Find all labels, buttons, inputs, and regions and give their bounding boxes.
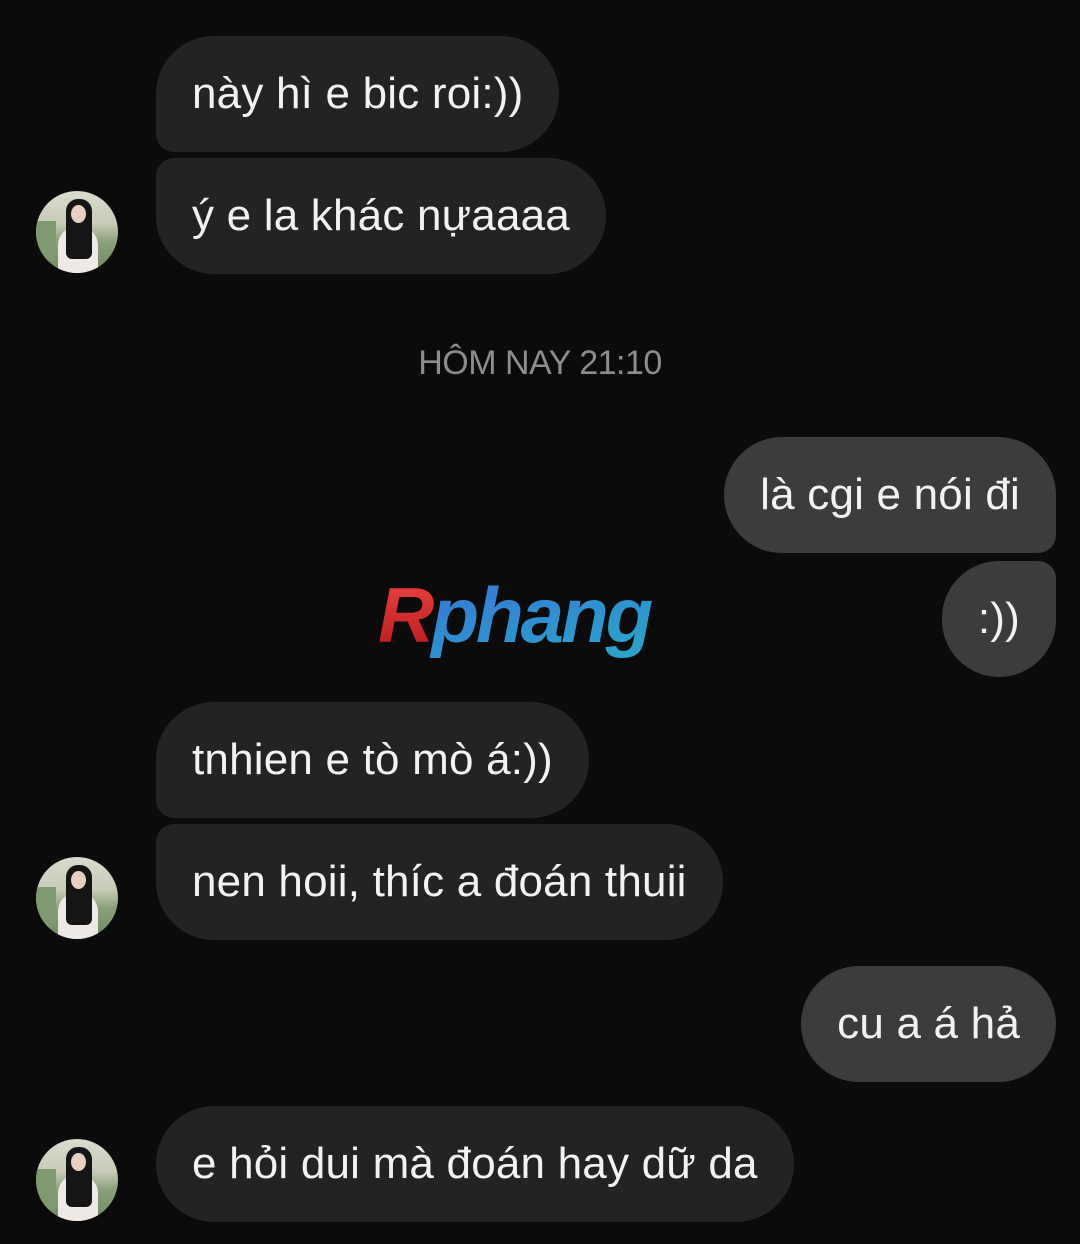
incoming-message[interactable]: e hỏi dui mà đoán hay dữ da [156,1106,794,1222]
incoming-message[interactable]: ý e la khác nựaaaa [156,158,606,274]
outgoing-message[interactable]: cu a á hả [801,966,1056,1082]
outgoing-message[interactable]: :)) [941,561,1056,677]
incoming-message[interactable]: tnhien e tò mò á:)) [156,702,589,818]
incoming-message[interactable]: này hì e bic roi:)) [156,36,560,152]
contact-avatar[interactable] [36,857,118,939]
outgoing-message[interactable]: là cgi e nói đi [724,437,1056,553]
contact-avatar[interactable] [36,191,118,273]
contact-avatar[interactable] [36,1139,118,1221]
watermark-text: Rphang [378,576,653,659]
timestamp-divider: HÔM NAY 21:10 [418,344,662,382]
incoming-message[interactable]: nen hoii, thíc a đoán thuii [156,824,723,940]
watermark-logo: Rphang [378,576,656,659]
